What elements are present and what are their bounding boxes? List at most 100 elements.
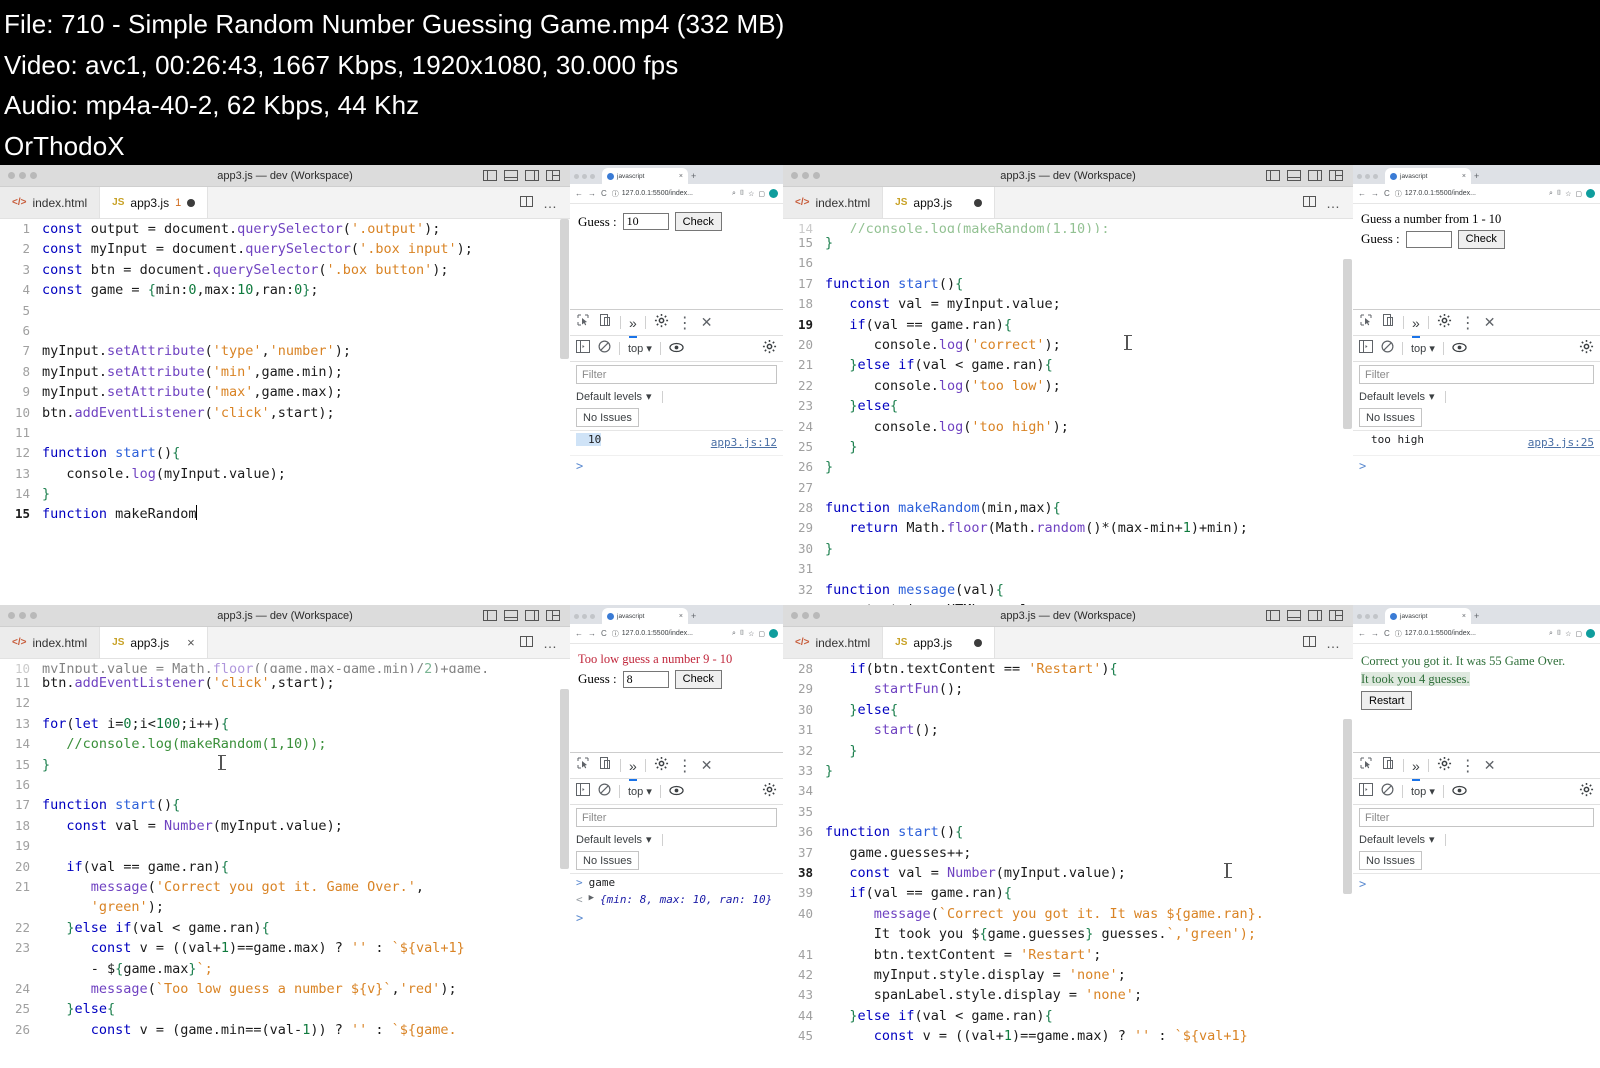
log-levels-dropdown[interactable]: Default levels ▾: [1353, 387, 1600, 406]
layout-grid-icon[interactable]: [1329, 610, 1343, 621]
inspect-element-icon[interactable]: [576, 313, 590, 332]
forward-icon[interactable]: →: [1371, 189, 1379, 198]
tab-index-html[interactable]: </> index.html: [0, 187, 101, 218]
console-entry[interactable]: too high app3.js:25: [1353, 431, 1600, 457]
code-line[interactable]: 14 //console.log(makeRandom(1,10));: [783, 219, 1353, 233]
console-output-entry[interactable]: < ▶ {min: 8, max: 10, ran: 10}: [570, 891, 783, 908]
live-expression-icon[interactable]: [669, 783, 684, 801]
browser-tab[interactable]: javascript ×: [602, 168, 688, 184]
split-editor-icon[interactable]: [520, 634, 533, 652]
window-controls[interactable]: [8, 612, 37, 619]
back-icon[interactable]: ←: [575, 629, 583, 638]
code-line[interactable]: 6: [0, 321, 570, 341]
check-button[interactable]: Check: [674, 212, 722, 231]
code-editor-tl[interactable]: 1 const output = document.querySelector('…: [0, 219, 570, 605]
split-editor-icon[interactable]: [520, 194, 533, 212]
save-icon[interactable]: ⌷: [1557, 630, 1561, 638]
console-settings-icon[interactable]: [1579, 339, 1594, 359]
more-tabs-icon[interactable]: »: [629, 758, 637, 781]
code-line[interactable]: 8 myInput.setAttribute('min',game.min);: [0, 362, 570, 382]
more-actions-icon[interactable]: …: [543, 636, 558, 650]
code-editor-tr[interactable]: 14 //console.log(makeRandom(1,10)); 15} 16…: [783, 219, 1353, 605]
no-issues-button[interactable]: No Issues: [1359, 851, 1422, 870]
code-line[interactable]: 23 }else{: [783, 396, 1353, 416]
reload-icon[interactable]: C: [1384, 189, 1390, 198]
more-actions-icon[interactable]: …: [1326, 196, 1341, 210]
back-icon[interactable]: ←: [1358, 629, 1366, 638]
window-controls[interactable]: [791, 612, 820, 619]
code-line[interactable]: 31: [783, 559, 1353, 579]
guess-input[interactable]: [1405, 230, 1452, 248]
close-tab-icon[interactable]: ×: [187, 636, 195, 649]
new-tab-icon[interactable]: +: [1474, 171, 1479, 184]
filter-input[interactable]: Filter: [576, 808, 777, 827]
clear-console-icon[interactable]: [1381, 783, 1394, 801]
live-expression-icon[interactable]: [1452, 783, 1467, 801]
code-line[interactable]: 36 function start(){: [783, 822, 1353, 842]
console-sidebar-icon[interactable]: [576, 782, 590, 801]
code-line[interactable]: 12: [0, 693, 570, 713]
console-prompt[interactable]: >: [1353, 456, 1600, 476]
code-line[interactable]: 11 btn.addEventListener('click',start);: [0, 673, 570, 693]
context-selector[interactable]: top ▾: [628, 785, 652, 798]
back-icon[interactable]: ←: [575, 189, 583, 198]
forward-icon[interactable]: →: [588, 629, 596, 638]
tab-unsaved-dot[interactable]: [974, 638, 983, 647]
code-line[interactable]: 14}: [0, 484, 570, 504]
code-editor-bl[interactable]: 10 myInput.value = Math.floor((game.max-g…: [0, 659, 570, 1068]
code-line[interactable]: 12 function start(){: [0, 443, 570, 463]
new-tab-icon[interactable]: +: [1474, 611, 1479, 624]
panel-bottom-icon[interactable]: [504, 610, 518, 621]
more-vertical-icon[interactable]: ⋮: [1460, 756, 1476, 776]
code-line[interactable]: 21 message('Correct you got it. Game Ove…: [0, 877, 570, 918]
browser-window-controls[interactable]: [1357, 614, 1382, 624]
layout-grid-icon[interactable]: [546, 170, 560, 181]
code-line[interactable]: 44 }else if(val < game.ran){: [783, 1006, 1353, 1026]
console-settings-icon[interactable]: [762, 339, 777, 359]
code-line[interactable]: 19 if(val == game.ran){: [783, 315, 1353, 335]
tab-app3-js[interactable]: JS app3.js: [883, 187, 996, 218]
sidebar-right-icon[interactable]: [1308, 610, 1322, 621]
inspect-element-icon[interactable]: [576, 756, 590, 775]
search-icon[interactable]: ⌕: [1549, 190, 1553, 198]
code-line[interactable]: 18 const val = Number(myInput.value);: [0, 816, 570, 836]
code-line[interactable]: 18 const val = myInput.value;: [783, 294, 1353, 314]
panel-icon[interactable]: ▢: [758, 190, 765, 198]
search-icon[interactable]: ⌕: [732, 190, 736, 198]
console-prompt[interactable]: >: [570, 908, 783, 928]
panel-bottom-icon[interactable]: [1287, 170, 1301, 181]
panel-icon[interactable]: ▢: [1575, 190, 1582, 198]
log-levels-dropdown[interactable]: Default levels ▾: [570, 387, 783, 406]
code-line[interactable]: 29 return Math.floor(Math.random()*(max-…: [783, 518, 1353, 538]
gear-icon[interactable]: [654, 313, 669, 333]
no-issues-button[interactable]: No Issues: [1359, 408, 1422, 427]
reload-icon[interactable]: C: [601, 629, 607, 638]
more-actions-icon[interactable]: …: [543, 196, 558, 210]
code-line[interactable]: 39 if(val == game.ran){: [783, 883, 1353, 903]
profile-avatar[interactable]: [769, 629, 778, 638]
more-vertical-icon[interactable]: ⋮: [677, 756, 693, 776]
console-input-entry[interactable]: > game: [570, 874, 783, 891]
code-line[interactable]: 17 function start(){: [783, 274, 1353, 294]
more-vertical-icon[interactable]: ⋮: [677, 313, 693, 333]
reload-icon[interactable]: C: [1384, 629, 1390, 638]
layout-grid-icon[interactable]: [1329, 170, 1343, 181]
code-editor-br[interactable]: 28 if(btn.textContent == 'Restart'){29 s…: [783, 659, 1353, 1068]
context-selector[interactable]: top ▾: [1411, 342, 1435, 355]
save-icon[interactable]: ⌷: [1557, 190, 1561, 198]
filter-input[interactable]: Filter: [576, 365, 777, 384]
tab-app3-js[interactable]: JS app3.js 1: [100, 187, 209, 218]
close-icon[interactable]: ✕: [1484, 757, 1496, 774]
search-icon[interactable]: ⌕: [732, 630, 736, 638]
code-line[interactable]: 22 console.log('too low');: [783, 376, 1353, 396]
code-line[interactable]: 41 btn.textContent = 'Restart';: [783, 945, 1353, 965]
code-line[interactable]: 13 for(let i=0;i<100;i++){: [0, 714, 570, 734]
address-bar[interactable]: ⓘ 127.0.0.1:5500/index...: [612, 189, 727, 199]
live-expression-icon[interactable]: [669, 340, 684, 358]
close-icon[interactable]: ✕: [701, 757, 713, 774]
code-line[interactable]: 19: [0, 836, 570, 856]
check-button[interactable]: Check: [1457, 229, 1505, 249]
code-line[interactable]: 17 function start(){: [0, 795, 570, 815]
browser-window-controls[interactable]: [574, 174, 599, 184]
bookmark-icon[interactable]: ☆: [748, 190, 754, 198]
